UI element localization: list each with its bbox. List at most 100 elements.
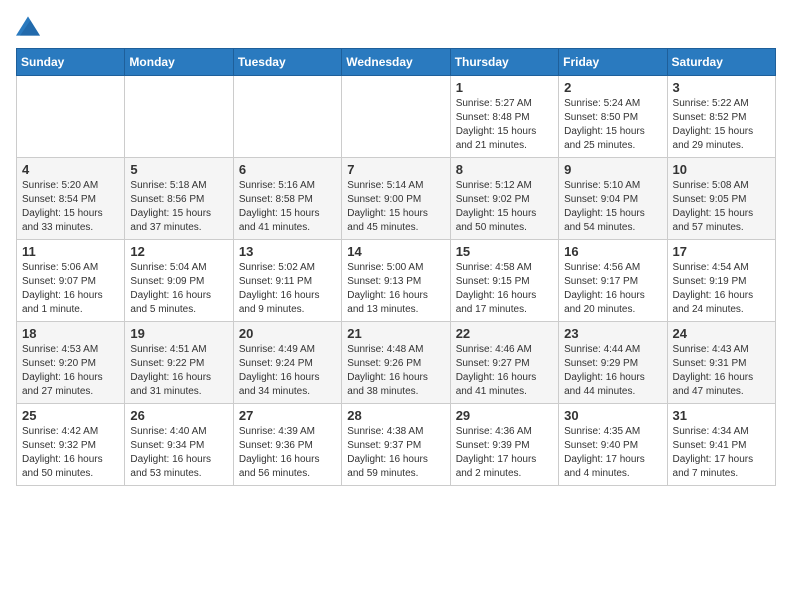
day-number: 3 xyxy=(673,80,770,95)
calendar-cell: 11 Sunrise: 5:06 AM Sunset: 9:07 PM Dayli… xyxy=(17,240,125,322)
day-info: Sunrise: 5:06 AM Sunset: 9:07 PM Dayligh… xyxy=(22,261,119,317)
day-number: 27 xyxy=(239,408,336,423)
day-info: Sunrise: 5:14 AM Sunset: 9:00 PM Dayligh… xyxy=(347,179,444,235)
day-number: 24 xyxy=(673,326,770,341)
calendar-cell: 24 Sunrise: 4:43 AM Sunset: 9:31 PM Dayli… xyxy=(667,322,775,404)
weekday-header-friday: Friday xyxy=(559,49,667,76)
calendar-week-1: 1Sunrise: 5:27 AM Sunset: 8:48 PM Daylig… xyxy=(17,76,776,158)
calendar-cell: 1Sunrise: 5:27 AM Sunset: 8:48 PM Daylig… xyxy=(450,76,558,158)
calendar-cell: 23 Sunrise: 4:44 AM Sunset: 9:29 PM Dayli… xyxy=(559,322,667,404)
day-info: Sunrise: 4:34 AM Sunset: 9:41 PM Dayligh… xyxy=(673,425,770,481)
day-info: Sunrise: 4:35 AM Sunset: 9:40 PM Dayligh… xyxy=(564,425,661,481)
calendar-cell: 15 Sunrise: 4:58 AM Sunset: 9:15 PM Dayli… xyxy=(450,240,558,322)
day-number: 28 xyxy=(347,408,444,423)
day-info: Sunrise: 5:00 AM Sunset: 9:13 PM Dayligh… xyxy=(347,261,444,317)
calendar-week-5: 25Sunrise: 4:42 AM Sunset: 9:32 PM Dayli… xyxy=(17,404,776,486)
day-info: Sunrise: 4:43 AM Sunset: 9:31 PM Dayligh… xyxy=(673,343,770,399)
day-info: Sunrise: 5:08 AM Sunset: 9:05 PM Dayligh… xyxy=(673,179,770,235)
calendar-cell: 26Sunrise: 4:40 AM Sunset: 9:34 PM Dayli… xyxy=(125,404,233,486)
day-info: Sunrise: 5:10 AM Sunset: 9:04 PM Dayligh… xyxy=(564,179,661,235)
calendar-cell: 12 Sunrise: 5:04 AM Sunset: 9:09 PM Dayli… xyxy=(125,240,233,322)
weekday-header-monday: Monday xyxy=(125,49,233,76)
calendar-table: SundayMondayTuesdayWednesdayThursdayFrid… xyxy=(16,48,776,486)
day-number: 23 xyxy=(564,326,661,341)
calendar-cell: 30 Sunrise: 4:35 AM Sunset: 9:40 PM Dayli… xyxy=(559,404,667,486)
day-number: 29 xyxy=(456,408,553,423)
day-number: 8 xyxy=(456,162,553,177)
weekday-header-sunday: Sunday xyxy=(17,49,125,76)
day-number: 4 xyxy=(22,162,119,177)
day-info: Sunrise: 4:36 AM Sunset: 9:39 PM Dayligh… xyxy=(456,425,553,481)
calendar-cell xyxy=(342,76,450,158)
day-info: Sunrise: 5:24 AM Sunset: 8:50 PM Dayligh… xyxy=(564,97,661,153)
calendar-cell: 17 Sunrise: 4:54 AM Sunset: 9:19 PM Dayli… xyxy=(667,240,775,322)
day-number: 5 xyxy=(130,162,227,177)
day-info: Sunrise: 5:12 AM Sunset: 9:02 PM Dayligh… xyxy=(456,179,553,235)
calendar-cell: 9 Sunrise: 5:10 AM Sunset: 9:04 PM Daylig… xyxy=(559,158,667,240)
calendar-cell: 2Sunrise: 5:24 AM Sunset: 8:50 PM Daylig… xyxy=(559,76,667,158)
calendar-cell: 28 Sunrise: 4:38 AM Sunset: 9:37 PM Dayli… xyxy=(342,404,450,486)
page-header xyxy=(16,16,776,36)
calendar-cell xyxy=(17,76,125,158)
calendar-cell: 18 Sunrise: 4:53 AM Sunset: 9:20 PM Dayli… xyxy=(17,322,125,404)
day-number: 22 xyxy=(456,326,553,341)
day-number: 12 xyxy=(130,244,227,259)
day-info: Sunrise: 4:58 AM Sunset: 9:15 PM Dayligh… xyxy=(456,261,553,317)
day-number: 25 xyxy=(22,408,119,423)
day-number: 13 xyxy=(239,244,336,259)
day-info: Sunrise: 4:49 AM Sunset: 9:24 PM Dayligh… xyxy=(239,343,336,399)
calendar-cell xyxy=(125,76,233,158)
weekday-header-saturday: Saturday xyxy=(667,49,775,76)
weekday-header-wednesday: Wednesday xyxy=(342,49,450,76)
day-info: Sunrise: 4:46 AM Sunset: 9:27 PM Dayligh… xyxy=(456,343,553,399)
day-info: Sunrise: 4:44 AM Sunset: 9:29 PM Dayligh… xyxy=(564,343,661,399)
day-info: Sunrise: 5:16 AM Sunset: 8:58 PM Dayligh… xyxy=(239,179,336,235)
weekday-header-thursday: Thursday xyxy=(450,49,558,76)
day-number: 20 xyxy=(239,326,336,341)
day-number: 9 xyxy=(564,162,661,177)
day-info: Sunrise: 4:40 AM Sunset: 9:34 PM Dayligh… xyxy=(130,425,227,481)
calendar-cell: 8 Sunrise: 5:12 AM Sunset: 9:02 PM Daylig… xyxy=(450,158,558,240)
day-number: 11 xyxy=(22,244,119,259)
weekday-header-tuesday: Tuesday xyxy=(233,49,341,76)
day-number: 14 xyxy=(347,244,444,259)
day-info: Sunrise: 4:38 AM Sunset: 9:37 PM Dayligh… xyxy=(347,425,444,481)
day-info: Sunrise: 5:04 AM Sunset: 9:09 PM Dayligh… xyxy=(130,261,227,317)
logo-icon xyxy=(16,16,40,36)
day-number: 6 xyxy=(239,162,336,177)
day-number: 31 xyxy=(673,408,770,423)
day-number: 15 xyxy=(456,244,553,259)
day-info: Sunrise: 5:22 AM Sunset: 8:52 PM Dayligh… xyxy=(673,97,770,153)
day-number: 7 xyxy=(347,162,444,177)
calendar-cell: 4 Sunrise: 5:20 AM Sunset: 8:54 PM Daylig… xyxy=(17,158,125,240)
day-info: Sunrise: 4:48 AM Sunset: 9:26 PM Dayligh… xyxy=(347,343,444,399)
day-number: 17 xyxy=(673,244,770,259)
calendar-cell: 10 Sunrise: 5:08 AM Sunset: 9:05 PM Dayli… xyxy=(667,158,775,240)
day-info: Sunrise: 5:02 AM Sunset: 9:11 PM Dayligh… xyxy=(239,261,336,317)
day-number: 18 xyxy=(22,326,119,341)
day-info: Sunrise: 4:39 AM Sunset: 9:36 PM Dayligh… xyxy=(239,425,336,481)
day-info: Sunrise: 5:20 AM Sunset: 8:54 PM Dayligh… xyxy=(22,179,119,235)
calendar-cell: 14 Sunrise: 5:00 AM Sunset: 9:13 PM Dayli… xyxy=(342,240,450,322)
calendar-cell: 20 Sunrise: 4:49 AM Sunset: 9:24 PM Dayli… xyxy=(233,322,341,404)
day-info: Sunrise: 5:27 AM Sunset: 8:48 PM Dayligh… xyxy=(456,97,553,153)
day-number: 10 xyxy=(673,162,770,177)
calendar-cell: 13 Sunrise: 5:02 AM Sunset: 9:11 PM Dayli… xyxy=(233,240,341,322)
day-number: 16 xyxy=(564,244,661,259)
calendar-cell: 19 Sunrise: 4:51 AM Sunset: 9:22 PM Dayli… xyxy=(125,322,233,404)
calendar-cell: 6 Sunrise: 5:16 AM Sunset: 8:58 PM Daylig… xyxy=(233,158,341,240)
calendar-cell: 25Sunrise: 4:42 AM Sunset: 9:32 PM Dayli… xyxy=(17,404,125,486)
day-info: Sunrise: 4:56 AM Sunset: 9:17 PM Dayligh… xyxy=(564,261,661,317)
day-info: Sunrise: 5:18 AM Sunset: 8:56 PM Dayligh… xyxy=(130,179,227,235)
calendar-week-3: 11 Sunrise: 5:06 AM Sunset: 9:07 PM Dayli… xyxy=(17,240,776,322)
day-number: 30 xyxy=(564,408,661,423)
calendar-cell: 22 Sunrise: 4:46 AM Sunset: 9:27 PM Dayli… xyxy=(450,322,558,404)
day-number: 19 xyxy=(130,326,227,341)
calendar-cell: 31 Sunrise: 4:34 AM Sunset: 9:41 PM Dayli… xyxy=(667,404,775,486)
calendar-cell: 5 Sunrise: 5:18 AM Sunset: 8:56 PM Daylig… xyxy=(125,158,233,240)
day-info: Sunrise: 4:53 AM Sunset: 9:20 PM Dayligh… xyxy=(22,343,119,399)
day-info: Sunrise: 4:54 AM Sunset: 9:19 PM Dayligh… xyxy=(673,261,770,317)
day-info: Sunrise: 4:51 AM Sunset: 9:22 PM Dayligh… xyxy=(130,343,227,399)
calendar-cell xyxy=(233,76,341,158)
calendar-week-2: 4 Sunrise: 5:20 AM Sunset: 8:54 PM Daylig… xyxy=(17,158,776,240)
